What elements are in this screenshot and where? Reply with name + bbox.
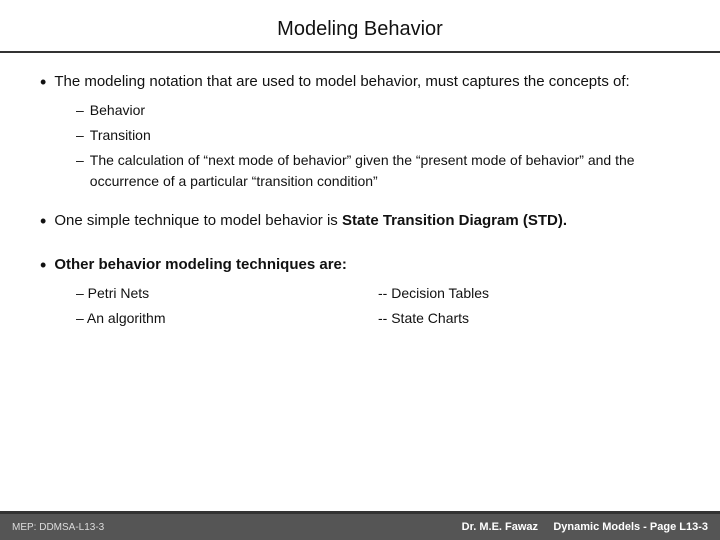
two-col-text-2: -- Decision Tables — [378, 283, 489, 304]
two-col-item-4: -- State Charts — [378, 308, 680, 329]
two-col-text-3: – An algorithm — [76, 308, 166, 329]
bullet-dot-2: • — [40, 210, 46, 233]
sub-bullet-1-1: – Behavior — [76, 100, 680, 121]
footer-author: Dr. M.E. Fawaz — [462, 521, 538, 533]
sub-dash-1-2: – — [76, 125, 84, 146]
footer-right: Dr. M.E. Fawaz Dynamic Models - Page L13… — [462, 521, 708, 533]
two-col-text-1: – Petri Nets — [76, 283, 149, 304]
bullet-main-1: • The modeling notation that are used to… — [40, 71, 680, 94]
bullet-main-3: • Other behavior modeling techniques are… — [40, 254, 680, 277]
bullet-item-3: • Other behavior modeling techniques are… — [40, 254, 680, 329]
bullet-item-2: • One simple technique to model behavior… — [40, 210, 680, 239]
sub-text-1-1: Behavior — [90, 100, 145, 121]
two-col-item-2: -- Decision Tables — [378, 283, 680, 304]
bullet-dot-1: • — [40, 71, 46, 94]
two-col-list: – Petri Nets -- Decision Tables – An alg… — [40, 283, 680, 329]
sub-bullet-1-3: – The calculation of “next mode of behav… — [76, 150, 680, 192]
two-col-item-1: – Petri Nets — [76, 283, 378, 304]
footer-bar: MEP: DDMSA-L13-3 Dr. M.E. Fawaz Dynamic … — [0, 514, 720, 540]
bold-text-3: Other behavior modeling techniques are: — [54, 256, 347, 273]
bold-text-2: State Transition Diagram (STD). — [342, 212, 567, 229]
two-col-item-3: – An algorithm — [76, 308, 378, 329]
sub-dash-1-3: – — [76, 150, 84, 171]
two-col-text-4: -- State Charts — [378, 308, 469, 329]
slide-content: • The modeling notation that are used to… — [0, 53, 720, 511]
sub-bullet-1-2: – Transition — [76, 125, 680, 146]
bullet-text-2: One simple technique to model behavior i… — [54, 210, 567, 231]
sub-text-1-3: The calculation of “next mode of behavio… — [90, 150, 680, 192]
bullet-text-1: The modeling notation that are used to m… — [54, 71, 629, 92]
title-bar: Modeling Behavior — [0, 0, 720, 53]
sub-text-1-2: Transition — [90, 125, 151, 146]
bullet-dot-3: • — [40, 254, 46, 277]
footer-left: MEP: DDMSA-L13-3 — [12, 522, 104, 533]
slide-title: Modeling Behavior — [277, 18, 443, 40]
bullet-item-1: • The modeling notation that are used to… — [40, 71, 680, 196]
slide-container: Modeling Behavior • The modeling notatio… — [0, 0, 720, 540]
bullet-main-2: • One simple technique to model behavior… — [40, 210, 680, 233]
bullet-text-3: Other behavior modeling techniques are: — [54, 254, 347, 275]
footer-page: Dynamic Models - Page L13-3 — [553, 521, 708, 533]
sub-bullets-1: – Behavior – Transition – The calculatio… — [40, 100, 680, 192]
sub-dash-1-1: – — [76, 100, 84, 121]
